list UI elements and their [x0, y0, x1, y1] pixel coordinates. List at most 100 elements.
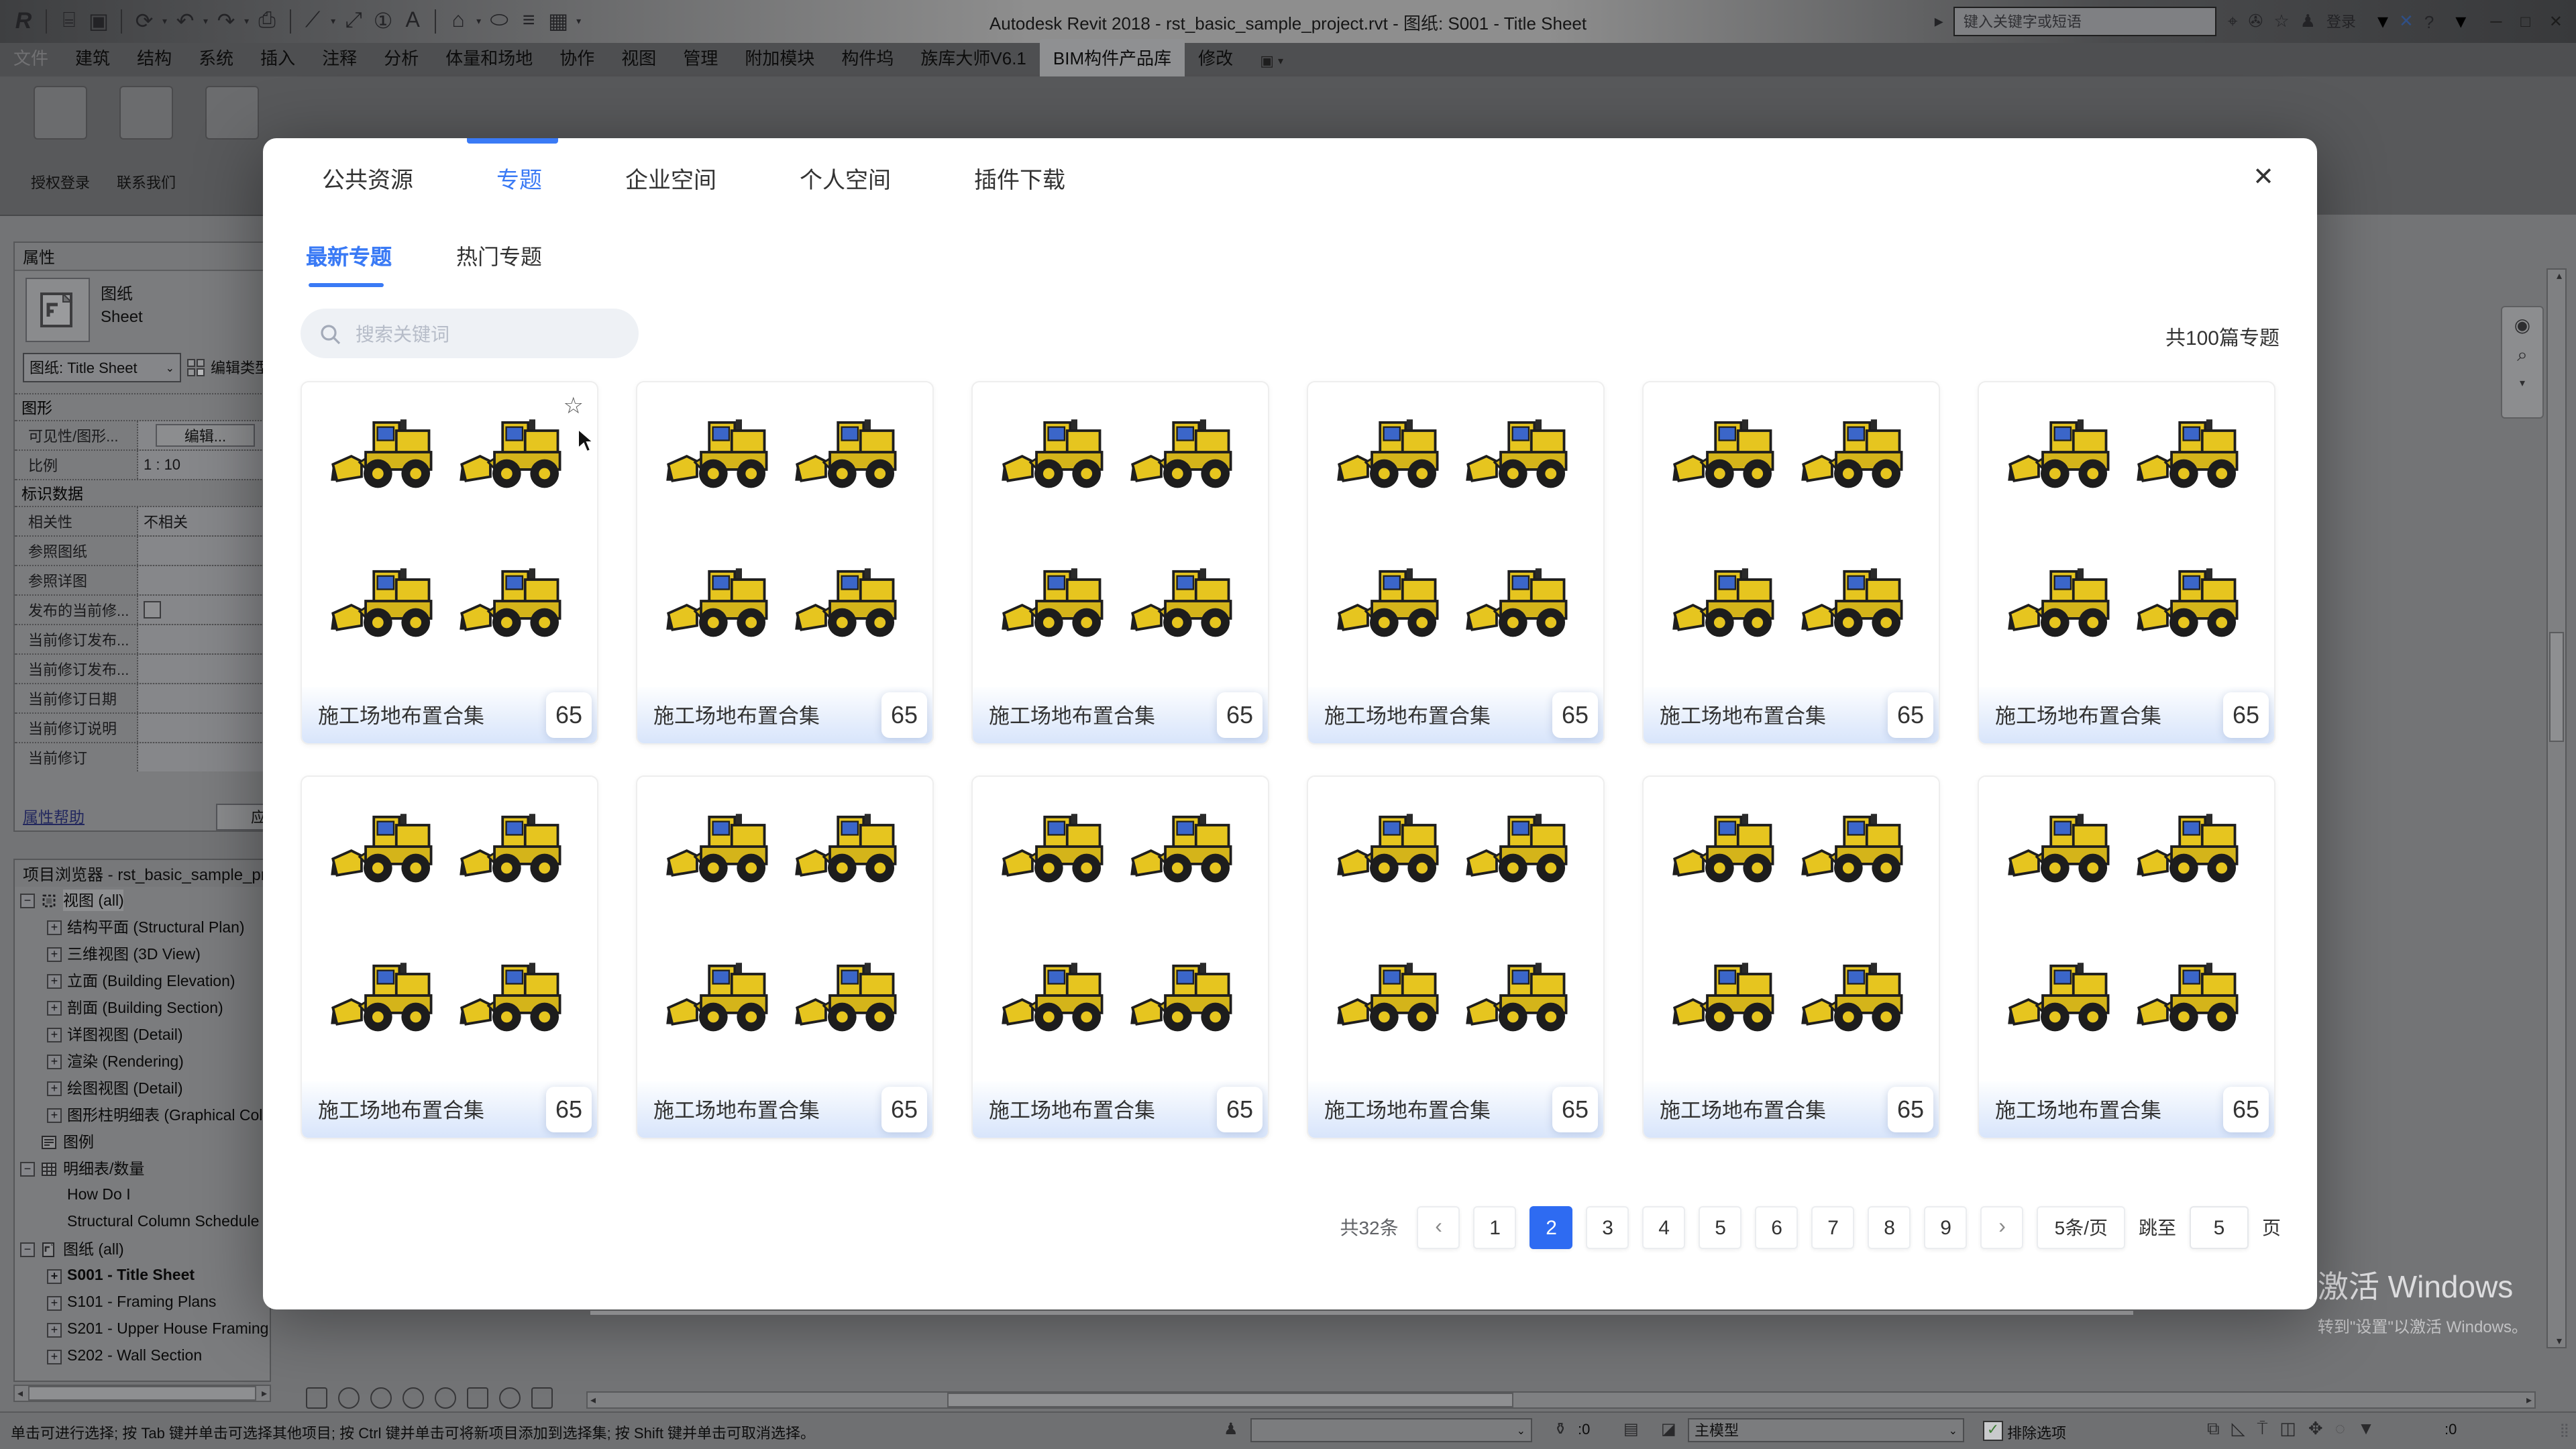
- page-button-5[interactable]: 5: [1699, 1206, 1742, 1249]
- dialog-tab-插件下载[interactable]: 插件下载: [974, 161, 1065, 195]
- tree-item[interactable]: + 图形柱明细表 (Graphical Column Schedule): [15, 1102, 270, 1128]
- prev-page-button[interactable]: ‹: [1417, 1206, 1460, 1249]
- collapse-icon[interactable]: −: [20, 893, 35, 908]
- favorite-star-icon[interactable]: ☆: [564, 393, 584, 420]
- aligned-dimension-icon[interactable]: ⤢: [341, 9, 366, 34]
- design-option-pick-icon[interactable]: ◪: [1661, 1419, 1676, 1438]
- exclude-options-checkbox[interactable]: ✓: [1983, 1421, 2003, 1441]
- editable-only-icon[interactable]: ▤: [1623, 1419, 1639, 1438]
- undo-icon[interactable]: ↶: [172, 9, 198, 34]
- scroll-right-icon[interactable]: ▸: [2524, 1394, 2534, 1406]
- tree-item[interactable]: + 剖面 (Building Section): [15, 994, 270, 1021]
- favorites-star-icon[interactable]: ☆: [2273, 11, 2289, 32]
- sun-path-icon[interactable]: [402, 1387, 424, 1409]
- property-value[interactable]: 1 : 10: [138, 451, 270, 479]
- expand-icon[interactable]: +: [47, 1322, 62, 1337]
- ribbon-tab-BIM构件产品库[interactable]: BIM构件产品库: [1039, 39, 1185, 76]
- exchange-apps-icon[interactable]: ✕: [2399, 11, 2414, 32]
- expand-icon[interactable]: +: [47, 1054, 62, 1069]
- maximize-button[interactable]: □: [2520, 12, 2530, 31]
- property-value[interactable]: [138, 625, 270, 653]
- user-interface-icon[interactable]: ▦: [545, 9, 571, 34]
- tree-item[interactable]: 图例: [15, 1128, 270, 1155]
- ribbon-tab-文件[interactable]: 文件: [0, 39, 62, 76]
- tree-item[interactable]: − 视图 (all): [15, 887, 270, 914]
- ribbon-display-options[interactable]: ▣ ▾: [1260, 52, 1283, 76]
- ribbon-tab-族库大师V6.1[interactable]: 族库大师V6.1: [907, 39, 1040, 76]
- tree-item[interactable]: + 渲染 (Rendering): [15, 1048, 270, 1075]
- topic-card[interactable]: 施工场地布置合集 65: [1978, 775, 2275, 1139]
- signin-dropdown-icon[interactable]: ▾: [2367, 8, 2388, 35]
- page-button-4[interactable]: 4: [1642, 1206, 1686, 1249]
- default-3d-view-icon[interactable]: ⌂: [445, 9, 471, 34]
- page-button-9[interactable]: 9: [1924, 1206, 1968, 1249]
- ribbon-tab-分析[interactable]: 分析: [370, 39, 432, 76]
- expand-icon[interactable]: +: [47, 920, 62, 934]
- tree-item[interactable]: + S201 - Upper House Framing: [15, 1316, 270, 1343]
- detail-level-icon[interactable]: [338, 1387, 360, 1409]
- vertical-scrollbar[interactable]: ▴ ▾: [2546, 268, 2567, 1348]
- steering-wheel-icon[interactable]: ◉: [2514, 315, 2530, 334]
- scrollbar-thumb[interactable]: [947, 1393, 1514, 1407]
- page-button-8[interactable]: 8: [1868, 1206, 1911, 1249]
- page-button-6[interactable]: 6: [1755, 1206, 1799, 1249]
- main-model-dropdown[interactable]: 主模型 ⌄: [1688, 1418, 1964, 1442]
- select-pinned-icon[interactable]: ⍑: [2257, 1418, 2268, 1440]
- scroll-left-icon[interactable]: ◂: [15, 1387, 25, 1399]
- page-size-select[interactable]: 5条/页: [2037, 1206, 2125, 1249]
- save-icon[interactable]: ▣: [86, 9, 111, 34]
- expand-icon[interactable]: +: [47, 973, 62, 988]
- scroll-down-icon[interactable]: ▾: [2548, 1335, 2571, 1347]
- dialog-subtab-最新专题[interactable]: 最新专题: [306, 239, 392, 287]
- zoom-tool-icon[interactable]: ⌕: [2517, 345, 2528, 364]
- sync-icon[interactable]: ⟳: [131, 9, 157, 34]
- redo-dropdown-icon[interactable]: ▾: [244, 16, 249, 27]
- property-checkbox[interactable]: [144, 601, 161, 619]
- tree-item[interactable]: − 明细表/数量: [15, 1155, 270, 1182]
- topic-card[interactable]: 施工场地布置合集 65: [1642, 775, 1940, 1139]
- expand-icon[interactable]: +: [47, 1269, 62, 1283]
- ribbon-tab-建筑[interactable]: 建筑: [62, 39, 123, 76]
- expand-icon[interactable]: +: [47, 1349, 62, 1364]
- expand-icon[interactable]: +: [47, 1295, 62, 1310]
- topic-card[interactable]: 施工场地布置合集 65: [1978, 381, 2275, 745]
- keyword-search-box[interactable]: [301, 309, 639, 358]
- next-page-button[interactable]: ›: [1980, 1206, 2024, 1249]
- ribbon-tab-体量和场地[interactable]: 体量和场地: [432, 39, 546, 76]
- zoom-dropdown-icon[interactable]: ▾: [2520, 374, 2525, 393]
- dialog-tab-专题[interactable]: 专题: [496, 161, 542, 195]
- scale-icon[interactable]: [306, 1387, 327, 1409]
- scroll-right-icon[interactable]: ▸: [259, 1387, 270, 1399]
- view-control-bar[interactable]: [306, 1387, 553, 1409]
- panel-state-icon[interactable]: ▣: [1260, 52, 1274, 70]
- tree-item[interactable]: + 详图视图 (Detail): [15, 1021, 270, 1048]
- topic-card[interactable]: 施工场地布置合集 65 ☆: [301, 381, 598, 745]
- expand-icon[interactable]: +: [47, 1108, 62, 1122]
- select-links-icon[interactable]: ⧉: [2207, 1418, 2220, 1440]
- expand-icon[interactable]: +: [47, 1027, 62, 1042]
- tree-item[interactable]: + 三维视图 (3D View): [15, 941, 270, 967]
- property-value[interactable]: [138, 655, 270, 683]
- redo-icon[interactable]: ↷: [213, 9, 239, 34]
- topic-card[interactable]: 施工场地布置合集 65: [971, 381, 1269, 745]
- topic-card[interactable]: 施工场地布置合集 65: [1642, 381, 1940, 745]
- help-dropdown-icon[interactable]: ▾: [2445, 8, 2466, 35]
- infocenter-search-box[interactable]: 键入关键字或短语: [1953, 7, 2217, 36]
- ribbon-tab-视图[interactable]: 视图: [608, 39, 669, 76]
- ribbon-tab-插入[interactable]: 插入: [247, 39, 309, 76]
- sync-dropdown-icon[interactable]: ▾: [162, 16, 167, 27]
- tree-item[interactable]: How Do I: [15, 1182, 270, 1209]
- tree-item[interactable]: + S202 - Wall Section: [15, 1343, 270, 1370]
- edit-type-button[interactable]: 编辑类型: [186, 357, 270, 378]
- ribbon-tab-结构[interactable]: 结构: [123, 39, 185, 76]
- ribbon-tab-修改[interactable]: 修改: [1185, 39, 1246, 76]
- text-icon[interactable]: A: [400, 9, 425, 34]
- property-value[interactable]: [138, 566, 270, 594]
- property-value[interactable]: [138, 596, 270, 624]
- sign-in-label[interactable]: 登录: [2326, 11, 2356, 32]
- type-selector-dropdown[interactable]: 图纸: Title Sheet ⌄: [23, 353, 181, 382]
- measure-dropdown-icon[interactable]: ▾: [331, 16, 335, 27]
- page-button-1[interactable]: 1: [1473, 1206, 1517, 1249]
- topic-card[interactable]: 施工场地布置合集 65: [636, 381, 934, 745]
- topic-card[interactable]: 施工场地布置合集 65: [1307, 775, 1605, 1139]
